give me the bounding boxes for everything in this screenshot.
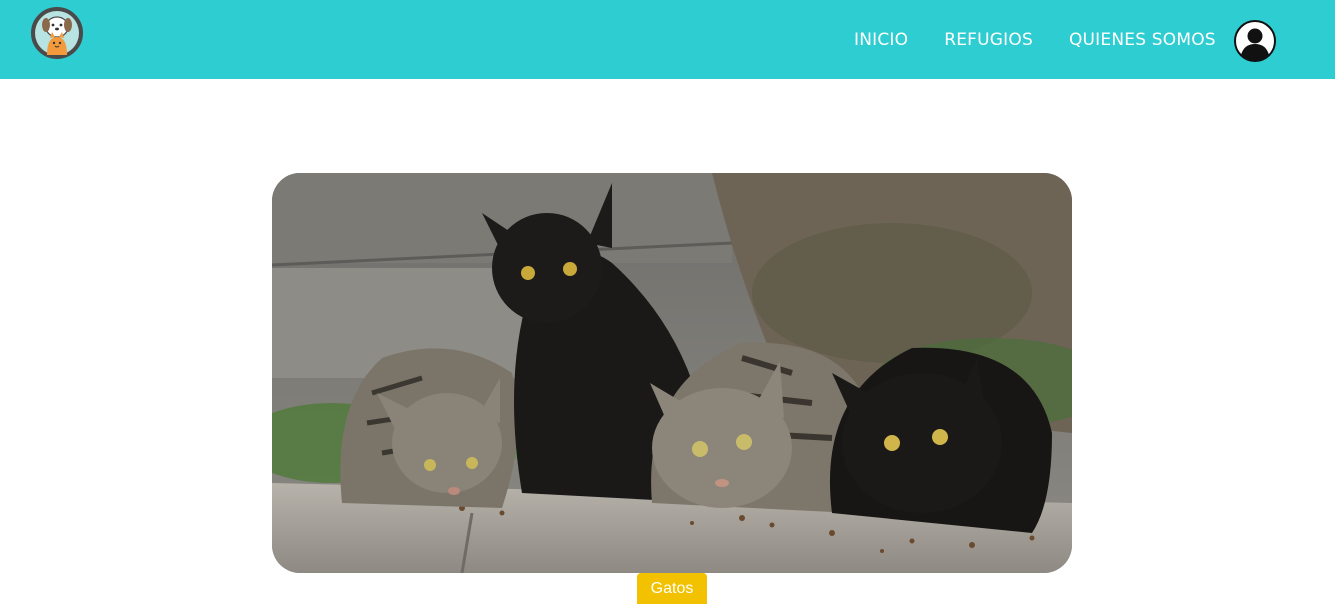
nav-link-inicio[interactable]: INICIO	[854, 30, 908, 50]
cats-photo-illustration	[272, 173, 1072, 573]
top-navbar: INICIO REFUGIOS QUIENES SOMOS	[0, 0, 1335, 79]
category-badge-gatos[interactable]: Gatos	[637, 573, 707, 604]
pet-logo-icon[interactable]	[31, 7, 83, 59]
hero-image	[272, 173, 1072, 573]
nav-link-quienes-somos[interactable]: QUIENES SOMOS	[1069, 30, 1216, 50]
nav-links: INICIO REFUGIOS QUIENES SOMOS	[836, 0, 1234, 79]
nav-link-refugios[interactable]: REFUGIOS	[944, 30, 1033, 50]
user-avatar-icon[interactable]	[1234, 20, 1276, 62]
